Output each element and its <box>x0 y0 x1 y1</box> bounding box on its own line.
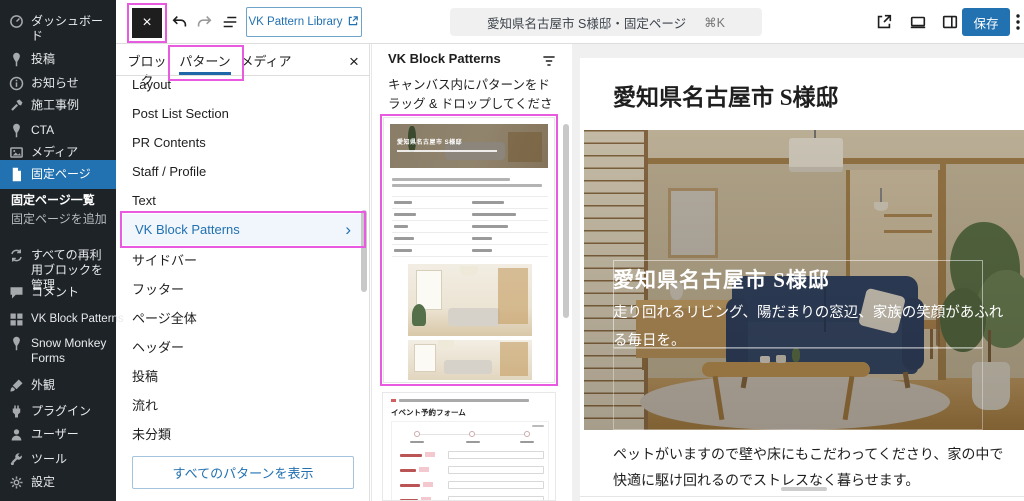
wrench-icon <box>9 452 24 467</box>
admin-sidebar: ダッシュボード 投稿 お知らせ 施工事例 CTA メディア 固定ページ 固定ペー… <box>0 0 116 501</box>
sidebar-item-appearance[interactable]: 外観 <box>0 375 116 396</box>
pushpin-icon <box>9 336 24 351</box>
command-k-shortcut: ⌘K <box>704 15 725 30</box>
hero-body-text[interactable]: 走り回れるリビング、陽だまりの窓辺、家族の笑顔があふれる毎日を。 <box>613 300 1005 355</box>
sidebar-item-news[interactable]: お知らせ <box>0 73 116 94</box>
user-icon <box>9 427 24 442</box>
options-kebab-icon[interactable] <box>1012 12 1024 32</box>
sidebar-item-snow-monkey-forms[interactable]: Snow Monkey Forms <box>0 333 116 369</box>
pattern-category-header[interactable]: ヘッダー <box>132 337 184 356</box>
gear-icon <box>9 475 24 490</box>
close-panel-icon[interactable]: × <box>344 52 364 72</box>
sidebar-item-cta[interactable]: CTA <box>0 120 116 141</box>
inserter-scrollbar-thumb[interactable] <box>361 210 367 292</box>
sidebar-item-plugins[interactable]: プラグイン <box>0 401 116 422</box>
tab-media[interactable]: メディア <box>240 51 292 70</box>
mini-hero-image: 愛知県名古屋市 S様邸 <box>390 124 548 168</box>
patterns-panel-title: VK Block Patterns <box>388 51 501 66</box>
sidebar-item-users[interactable]: ユーザー <box>0 424 116 445</box>
pushpin-icon <box>9 52 24 67</box>
pushpin-icon <box>9 123 24 138</box>
hammer-icon <box>9 98 24 113</box>
chevron-right-icon: › <box>345 220 351 240</box>
pattern-category-layout[interactable]: Layout <box>132 77 171 92</box>
pattern-preview-construction-case[interactable]: 愛知県名古屋市 S様邸 <box>383 117 555 383</box>
pattern-category-post-list-section[interactable]: Post List Section <box>132 106 229 121</box>
sidebar-item-vk-block-patterns[interactable]: VK Block Patterns <box>0 309 116 330</box>
mini-photo-living-room <box>408 264 532 336</box>
mini-form-box <box>391 421 549 501</box>
mini-text-line <box>392 184 542 187</box>
list-view-icon[interactable] <box>220 12 240 32</box>
page-icon <box>9 167 24 182</box>
external-link-icon <box>347 15 359 30</box>
sidebar-item-posts[interactable]: 投稿 <box>0 49 116 70</box>
media-icon <box>9 145 24 160</box>
wordpress-editor: ダッシュボード 投稿 お知らせ 施工事例 CTA メディア 固定ページ 固定ペー… <box>0 0 1024 501</box>
preview-desktop-icon[interactable] <box>908 12 928 32</box>
pattern-category-footer[interactable]: フッター <box>132 279 184 298</box>
show-all-patterns-button[interactable]: すべてのパターンを表示 <box>132 456 354 489</box>
dashboard-icon <box>9 14 24 29</box>
sidebar-item-dashboard[interactable]: ダッシュボード <box>0 11 116 47</box>
tabs-divider <box>116 75 370 76</box>
pattern-category-pr-contents[interactable]: PR Contents <box>132 135 206 150</box>
mini-photo-living-room-2 <box>408 340 532 380</box>
mini-note-mark <box>391 399 396 402</box>
sidebar-item-pages[interactable]: 固定ページ <box>0 160 116 189</box>
close-inserter-button[interactable]: × <box>132 8 162 38</box>
sidebar-item-works[interactable]: 施工事例 <box>0 95 116 116</box>
mini-hero-title: 愛知県名古屋市 S様邸 <box>397 137 462 146</box>
info-icon <box>9 76 24 91</box>
settings-sidebar-toggle-icon[interactable] <box>940 12 960 32</box>
save-button[interactable]: 保存 <box>962 8 1010 36</box>
pattern-category-sidebar[interactable]: サイドバー <box>132 250 197 269</box>
document-title-button[interactable]: 愛知県名古屋市 S様邸・固定ページ ⌘K <box>450 8 762 36</box>
pattern-category-text[interactable]: Text <box>132 193 156 208</box>
block-drag-handle[interactable] <box>781 487 827 491</box>
pattern-category-vk-block-patterns[interactable]: VK Block Patterns › <box>123 214 363 245</box>
grid-icon <box>9 312 24 327</box>
sidebar-subitem-add-page[interactable]: 固定ページを追加 <box>11 210 111 227</box>
pattern-preview-event-form[interactable]: イベント予約フォーム <box>382 392 556 501</box>
sidebar-item-settings[interactable]: 設定 <box>0 472 116 493</box>
sidebar-subitem-pages-list[interactable]: 固定ページ一覧 <box>11 191 111 208</box>
block-selection-outline <box>613 348 983 430</box>
redo-icon[interactable] <box>194 12 214 32</box>
hero-cover-block[interactable]: 愛知県名古屋市 S様邸 走り回れるリビング、陽だまりの窓辺、家族の笑顔があふれる… <box>584 130 1024 430</box>
pattern-category-uncategorized[interactable]: 未分類 <box>132 424 171 443</box>
view-page-icon[interactable] <box>874 12 894 32</box>
tab-patterns[interactable]: パターン <box>176 51 234 70</box>
filter-icon[interactable] <box>540 52 558 70</box>
pattern-category-flow[interactable]: 流れ <box>132 395 158 414</box>
pattern-category-full-page[interactable]: ページ全体 <box>132 308 197 327</box>
undo-icon[interactable] <box>170 12 190 32</box>
sidebar-item-tools[interactable]: ツール <box>0 449 116 470</box>
hero-heading[interactable]: 愛知県名古屋市 S様邸 <box>613 264 830 294</box>
mini-text-line <box>392 178 510 181</box>
brush-icon <box>9 378 24 393</box>
comment-icon <box>9 285 24 300</box>
pattern-category-posts[interactable]: 投稿 <box>132 366 158 385</box>
pattern-category-staff-profile[interactable]: Staff / Profile <box>132 164 206 179</box>
block-divider-line <box>580 496 1024 497</box>
plugin-icon <box>9 404 24 419</box>
vk-pattern-library-button[interactable]: VK Pattern Library <box>246 7 362 37</box>
mini-form-title: イベント予約フォーム <box>391 407 466 418</box>
page-title[interactable]: 愛知県名古屋市 S様邸 <box>613 78 839 112</box>
reusable-blocks-icon <box>9 248 24 263</box>
patterns-scrollbar-thumb[interactable] <box>563 124 569 318</box>
sidebar-item-comments[interactable]: コメント <box>0 282 116 303</box>
mini-text-line <box>399 399 529 402</box>
paragraph-block[interactable]: ペットがいますので壁や床にもこだわってくださり、家の中で快適に駆け回れるのでスト… <box>613 442 1015 494</box>
